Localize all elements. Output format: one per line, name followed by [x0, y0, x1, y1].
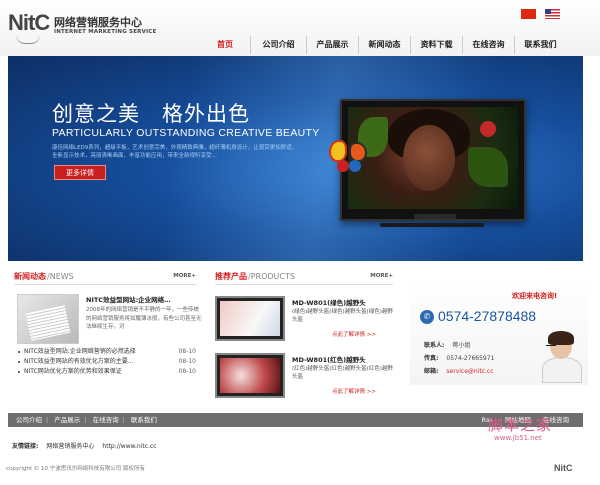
- product-card: MD-W801(绿色)越野头 (绿色)越野头盔(绿色)越野头盔(绿色)越野头盔 …: [215, 296, 400, 350]
- product-name[interactable]: MD-W801(红色)越野头: [292, 354, 366, 364]
- banner-title-en: PARTICULARLY OUTSTANDING CREATIVE BEAUTY: [52, 127, 320, 139]
- products-header: 推荐产品/PRODUCTS MORE+: [215, 271, 393, 285]
- list-item[interactable]: NITC效益型网站:企业网络营销的必然选择 08-10: [18, 347, 204, 357]
- tv-stand: [380, 223, 484, 227]
- copyright-text: copyright © 10 宁波思讯尔网络科技有限公司 版权所有: [6, 466, 146, 472]
- logo-ring-icon: [16, 35, 40, 44]
- contact-box: 欢迎来电咨询! ✆ 0574-27878488 联系人: 蒋小姐 传真: 0574-…: [410, 281, 588, 385]
- footer-links: 公司介绍 | 产品展示 | 在线咨询 | 联系我们: [16, 416, 157, 424]
- product-desc: (绿色)越野头盔(绿色)越野头盔(绿色)越野头盔: [292, 309, 393, 323]
- product-desc: (红色)越野头盔(红色)越野头盔(红色)越野头盔: [292, 366, 393, 380]
- news-featured-summary: 2008年的网络营销是不平静的一年，一些传统的网络营销服务将如履薄冰般，有些公司…: [86, 307, 202, 330]
- nav-item-news[interactable]: 新闻动态: [358, 36, 410, 54]
- hero-banner: 创意之美 格外出色 PARTICULARLY OUTSTANDING CREAT…: [8, 56, 583, 261]
- phone-icon: ✆: [420, 310, 434, 324]
- product-card: MD-W801(红色)越野头 (红色)越野头盔(红色)越野头盔(红色)越野头盔 …: [215, 353, 400, 407]
- news-more-link[interactable]: MORE+: [173, 273, 196, 279]
- nav-item-home[interactable]: 首页: [200, 36, 250, 54]
- list-item[interactable]: NITC网站优化方案的优势和效果保证 08-10: [18, 367, 204, 377]
- friend-link-url[interactable]: http://www.nitc.cc: [102, 443, 156, 450]
- nav-item-contact[interactable]: 联系我们: [514, 36, 566, 54]
- news-title-en: /NEWS: [47, 272, 74, 281]
- contact-title: 欢迎来电咨询!: [512, 292, 558, 300]
- china-flag-icon[interactable]: [521, 9, 537, 19]
- products-title-en: /PRODUCTS: [248, 272, 295, 281]
- logo-mark: NitC: [8, 10, 50, 35]
- footer-logo: NitC: [554, 463, 573, 473]
- friend-links: 友情链接: 网络营销服务中心 http://www.nitc.cc: [12, 443, 157, 450]
- language-switcher: [515, 9, 560, 19]
- watermark-main: 脚本之家: [488, 416, 553, 434]
- watermark: 脚本之家 www.jb51.net: [460, 410, 590, 450]
- site-header: NitC 网络营销服务中心 INTERNET MARKETING SERVICE…: [0, 0, 600, 56]
- butterfly-icon: [329, 140, 369, 176]
- footer-link-contact[interactable]: 联系我们: [131, 416, 157, 424]
- tv-screen: [348, 107, 518, 209]
- products-title: 推荐产品: [215, 272, 247, 281]
- contact-person-row: 联系人: 蒋小姐: [424, 342, 471, 349]
- footer-link-about[interactable]: 公司介绍: [16, 416, 42, 424]
- flower-shape: [480, 121, 496, 137]
- leaf-shape: [468, 147, 508, 187]
- watermark-url: www.jb51.net: [494, 434, 542, 442]
- nav-item-consult[interactable]: 在线咨询: [462, 36, 514, 54]
- list-item[interactable]: NITC效益型网站的有效优化方案的主要… 08-10: [18, 357, 204, 367]
- banner-title-cn: 创意之美 格外出色: [52, 102, 250, 126]
- us-flag-icon[interactable]: [545, 9, 560, 19]
- products-more-link[interactable]: MORE+: [370, 273, 393, 279]
- product-image[interactable]: [215, 296, 285, 341]
- more-details-button[interactable]: 更多详情: [54, 165, 106, 180]
- footer-link-products[interactable]: 产品展示: [54, 416, 80, 424]
- fax-row: 传真: 0574-27665971: [424, 355, 495, 362]
- main-nav: 首页 公司介绍 产品展示 新闻动态 资料下载 在线咨询 联系我们: [200, 36, 600, 54]
- site-logo[interactable]: NitC 网络营销服务中心 INTERNET MARKETING SERVICE: [8, 8, 168, 48]
- nav-item-about[interactable]: 公司介绍: [250, 36, 306, 54]
- support-agent-image: [538, 331, 586, 383]
- product-name[interactable]: MD-W801(绿色)越野头: [292, 297, 366, 307]
- nav-item-products[interactable]: 产品展示: [306, 36, 358, 54]
- nav-item-downloads[interactable]: 资料下载: [410, 36, 462, 54]
- news-thumbnail[interactable]: [17, 294, 79, 344]
- logo-en-text: INTERNET MARKETING SERVICE: [54, 29, 157, 35]
- product-detail-link[interactable]: 点此了解详情 >>: [332, 387, 376, 395]
- tv-base: [414, 214, 456, 219]
- friend-link[interactable]: 网络营销服务中心: [46, 443, 94, 450]
- face-shape: [403, 125, 455, 191]
- email-row: 邮箱: service@nitc.cc: [424, 368, 494, 375]
- news-list: NITC效益型网站:企业网络营销的必然选择 08-10 NITC效益型网站的有效优…: [18, 347, 204, 377]
- news-header: 新闻动态/NEWS MORE+: [14, 271, 196, 285]
- news-title: 新闻动态: [14, 272, 46, 281]
- logo-cn-text: 网络营销服务中心: [54, 16, 142, 29]
- phone-number: 0574-27878488: [438, 308, 537, 324]
- product-detail-link[interactable]: 点此了解详情 >>: [332, 330, 376, 338]
- banner-description: 康佳网络LED9系列，超级平板，艺术创意完美，外观精致典雅，超纤薄机身设计，让观…: [52, 145, 298, 159]
- product-image[interactable]: [215, 353, 285, 398]
- email-link[interactable]: service@nitc.cc: [446, 368, 493, 375]
- news-featured-title[interactable]: NITC效益型网站:企业网络…: [86, 294, 204, 304]
- footer-link-consult[interactable]: 在线咨询: [93, 416, 119, 424]
